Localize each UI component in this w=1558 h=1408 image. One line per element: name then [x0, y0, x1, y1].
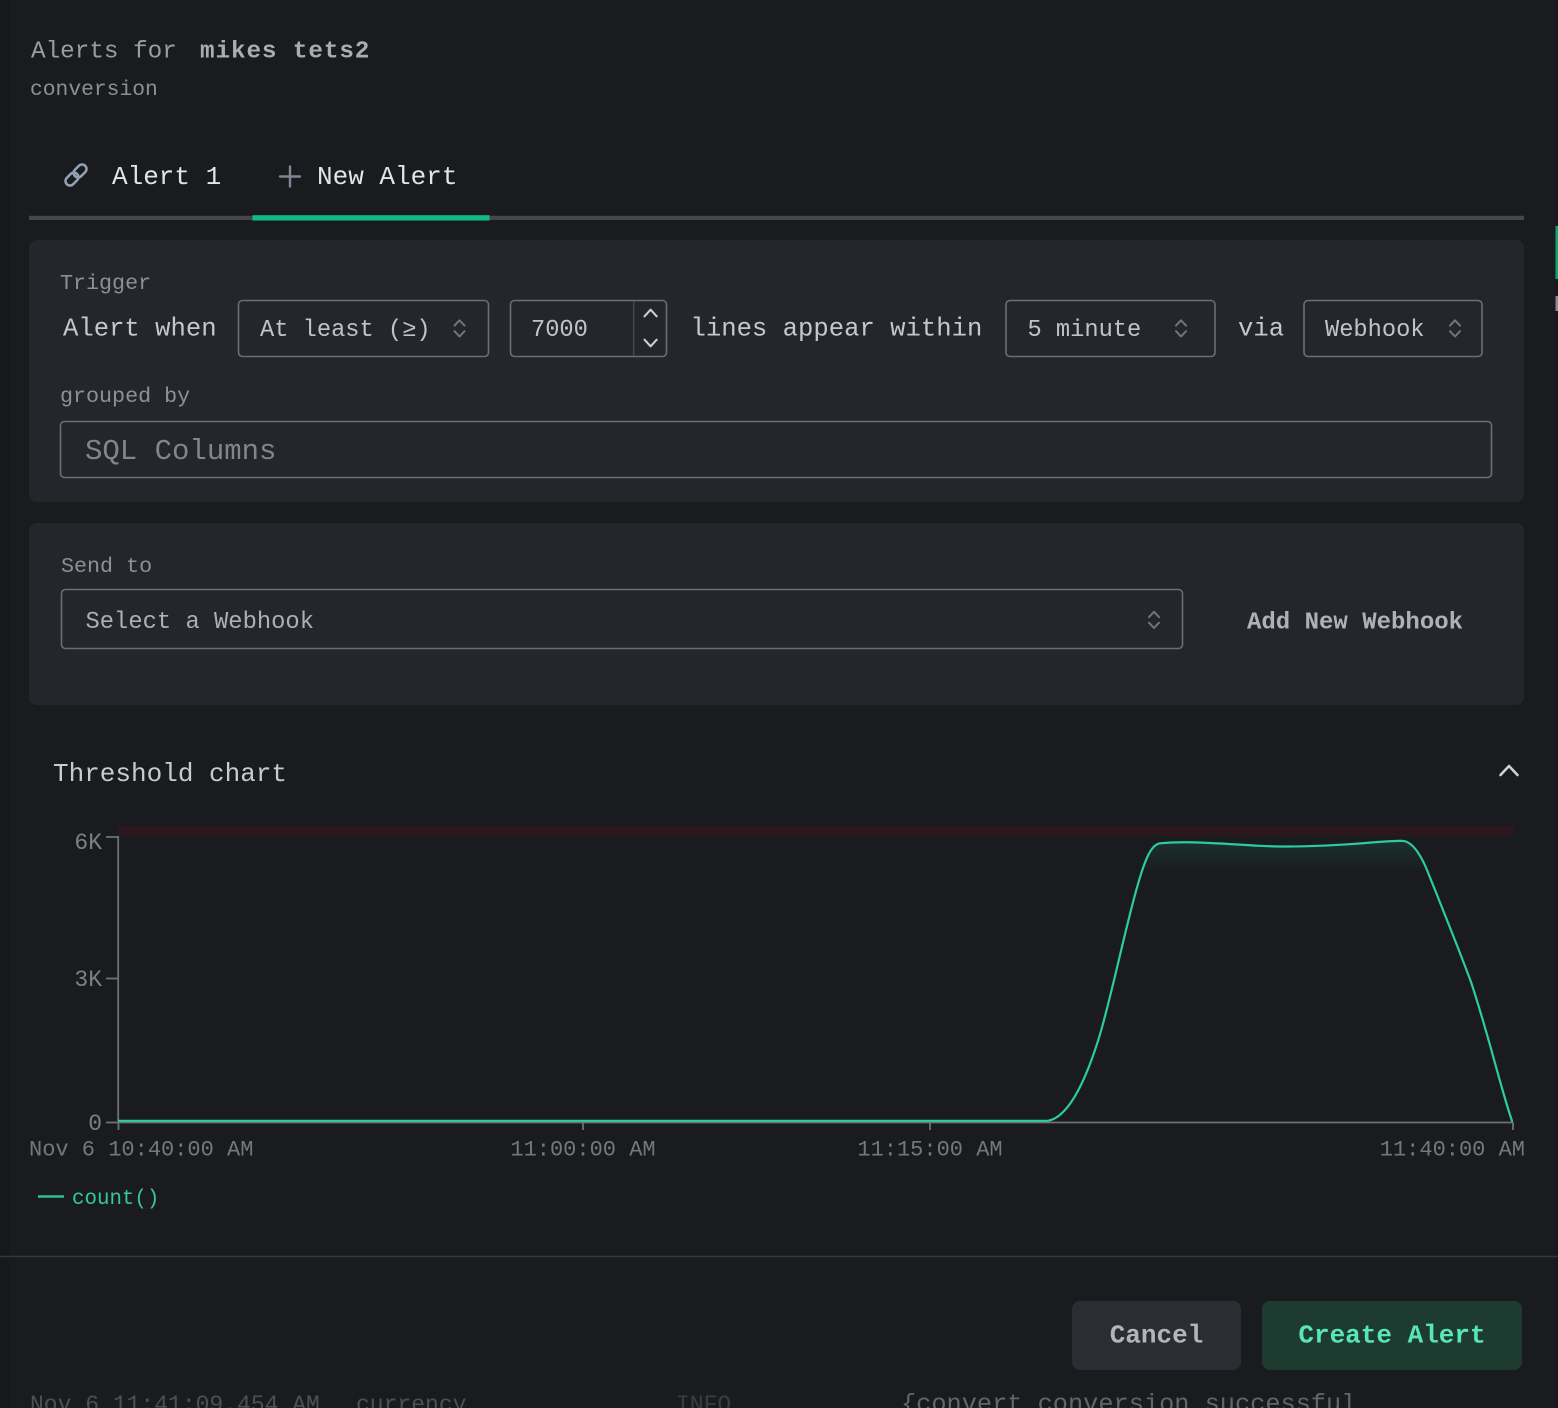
svg-text:Cancel: Cancel	[1110, 1321, 1204, 1351]
svg-text:Select a Webhook: Select a Webhook	[86, 609, 315, 636]
svg-text:Alerts for: Alerts for	[31, 39, 177, 66]
svg-text:lines appear within: lines appear within	[691, 315, 983, 344]
svg-text:Nov 6 10:40:00 AM: Nov 6 10:40:00 AM	[29, 1138, 253, 1163]
svg-text:conversion: conversion	[30, 78, 158, 102]
svg-text:5 minute: 5 minute	[1028, 317, 1142, 344]
svg-text:INFO: INFO	[676, 1392, 731, 1408]
svg-text:7000: 7000	[531, 317, 588, 344]
svg-text:Trigger: Trigger	[60, 271, 151, 296]
svg-text:0: 0	[88, 1111, 102, 1137]
svg-text:SQL Columns: SQL Columns	[85, 435, 276, 468]
svg-text:Create Alert: Create Alert	[1298, 1321, 1485, 1351]
svg-text:mikes tets2: mikes tets2	[200, 39, 370, 66]
svg-text:Webhook: Webhook	[1325, 317, 1425, 344]
svg-text:Send to: Send to	[61, 554, 152, 579]
svg-text:{convert conversion successful: {convert conversion successful	[901, 1390, 1356, 1408]
svg-text:currency: currency	[356, 1392, 467, 1408]
svg-text:Threshold chart: Threshold chart	[53, 759, 287, 789]
svg-text:At least (≥): At least (≥)	[260, 317, 431, 344]
svg-text:6K: 6K	[74, 830, 102, 856]
svg-text:New Alert: New Alert	[317, 162, 457, 192]
svg-text:11:00:00 AM: 11:00:00 AM	[510, 1138, 655, 1163]
svg-text:Nov 6 11:41:09.454 AM: Nov 6 11:41:09.454 AM	[30, 1392, 320, 1408]
svg-text:Alert when: Alert when	[63, 315, 217, 344]
svg-text:count(): count()	[72, 1188, 159, 1211]
svg-text:via: via	[1238, 315, 1284, 344]
svg-text:Alert 1: Alert 1	[112, 162, 221, 192]
svg-text:3K: 3K	[74, 967, 102, 993]
svg-text:11:15:00 AM: 11:15:00 AM	[857, 1138, 1002, 1163]
svg-text:grouped by: grouped by	[60, 384, 190, 409]
svg-text:Add New Webhook: Add New Webhook	[1247, 610, 1463, 637]
svg-text:11:40:00 AM: 11:40:00 AM	[1380, 1138, 1525, 1163]
